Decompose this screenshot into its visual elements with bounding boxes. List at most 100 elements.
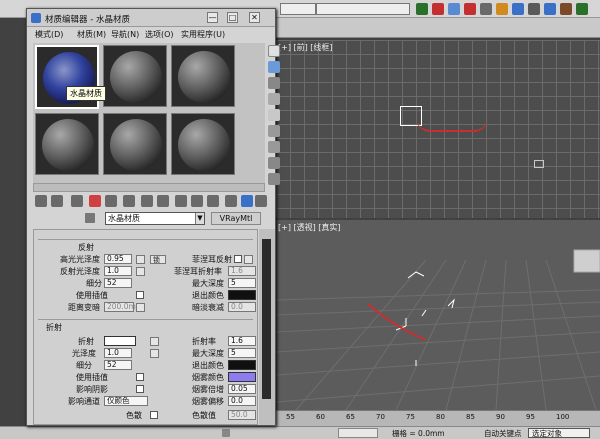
select-by-material-icon[interactable] <box>268 157 280 169</box>
toolbar-icon-5[interactable] <box>480 3 492 15</box>
make-preview-icon[interactable] <box>268 125 280 137</box>
put-to-scene-icon[interactable] <box>51 195 63 207</box>
eyedropper-icon[interactable] <box>85 213 95 223</box>
divider <box>38 239 253 240</box>
refr-subdivs-field[interactable]: 52 <box>104 360 132 370</box>
toolbar-icon-8[interactable] <box>528 3 540 15</box>
refr-gloss-map-button[interactable] <box>150 349 159 358</box>
show-shaded-icon[interactable] <box>225 195 237 207</box>
fresnel-checkbox[interactable] <box>234 255 242 263</box>
refl-use-interp-checkbox[interactable] <box>136 291 144 299</box>
material-slot-2[interactable] <box>103 45 167 107</box>
autokey-label[interactable]: 自动关键点 <box>484 428 522 439</box>
get-material-icon[interactable] <box>35 195 47 207</box>
chevron-down-icon[interactable]: ▼ <box>195 213 204 224</box>
parameters-scrollbar[interactable] <box>259 229 275 425</box>
fresnel-lock-button[interactable] <box>244 255 253 264</box>
fog-color-swatch[interactable] <box>228 372 256 382</box>
assign-to-selection-icon[interactable] <box>71 195 83 207</box>
refl-use-interp-label: 使用插值 <box>76 291 108 300</box>
reset-icon[interactable] <box>89 195 101 207</box>
refr-use-interp-checkbox[interactable] <box>136 373 144 381</box>
secondary-toolbar <box>276 18 600 38</box>
sample-type-icon[interactable] <box>268 45 280 57</box>
refl-gloss-field[interactable]: 1.0 <box>104 266 132 276</box>
hilight-gloss-label: 高光光泽度 <box>60 255 100 264</box>
affect-shadows-label: 影响阴影 <box>76 385 108 394</box>
show-end-result-icon[interactable] <box>191 195 203 207</box>
go-to-parent-icon[interactable] <box>207 195 219 207</box>
refract-color-swatch[interactable] <box>104 336 136 346</box>
backlight-icon[interactable] <box>268 61 280 73</box>
background-icon[interactable] <box>268 77 280 89</box>
toolbar-icon-9[interactable] <box>544 3 556 15</box>
toolbar-icon-11[interactable] <box>576 3 588 15</box>
fog-bias-field[interactable]: 0.0 <box>228 396 256 406</box>
status-field[interactable] <box>338 428 378 438</box>
put-to-library-icon[interactable] <box>141 195 153 207</box>
material-id-icon[interactable] <box>157 195 169 207</box>
dispersion-checkbox[interactable] <box>150 411 158 419</box>
dim-falloff-field[interactable]: 0.0 <box>228 302 256 312</box>
material-editor-titlebar[interactable]: 材质编辑器 - 水晶材质 — □ ✕ <box>27 9 275 27</box>
material-slot-5[interactable] <box>103 113 167 175</box>
slots-scrollbar[interactable] <box>33 183 265 192</box>
refr-gloss-field[interactable]: 1.0 <box>104 348 132 358</box>
menu-options[interactable]: 选项(O) <box>145 29 174 40</box>
named-selection-dropdown[interactable] <box>316 3 410 15</box>
affect-shadows-checkbox[interactable] <box>136 385 144 393</box>
material-slot-6[interactable] <box>171 113 235 175</box>
perspective-viewport[interactable]: [+] [透视] [真实] <box>276 220 600 410</box>
toolbar-icon-1[interactable] <box>416 3 428 15</box>
hilight-gloss-map-button[interactable] <box>136 255 145 264</box>
toolbar-icon-3[interactable] <box>448 3 460 15</box>
menu-material[interactable]: 材质(M) <box>77 29 106 40</box>
refr-exit-color-swatch[interactable] <box>228 360 256 370</box>
scrollbar-thumb[interactable] <box>262 239 271 399</box>
material-nav-icon[interactable] <box>268 173 280 185</box>
timeline[interactable]: 55 60 65 70 75 80 85 90 95 100 <box>276 410 600 426</box>
viewport-label[interactable]: [+] [前] [线框] <box>278 42 333 53</box>
go-forward-sibling-icon[interactable] <box>241 195 253 207</box>
toolbar-icon-10[interactable] <box>560 3 572 15</box>
ior-field[interactable]: 1.6 <box>228 336 256 346</box>
toolbar-icon-6[interactable] <box>496 3 508 15</box>
toolbar-icon-2[interactable] <box>432 3 444 15</box>
refl-subdivs-field[interactable]: 52 <box>104 278 132 288</box>
slot-tooltip: 水晶材质 <box>66 86 106 101</box>
video-check-icon[interactable] <box>268 109 280 121</box>
refl-exit-color-swatch[interactable] <box>228 290 256 300</box>
dim-distance-field[interactable]: 200.0m <box>104 302 136 312</box>
uv-tiling-icon[interactable] <box>268 93 280 105</box>
toolbar-icon-7[interactable] <box>512 3 524 15</box>
close-button[interactable]: ✕ <box>249 12 260 23</box>
material-name-field[interactable]: 水晶材质 <box>105 212 205 225</box>
refl-gloss-map-button[interactable] <box>136 267 145 276</box>
minimize-button[interactable]: — <box>207 12 218 23</box>
hilight-gloss-field[interactable]: 0.95 <box>104 254 132 264</box>
options-icon[interactable] <box>268 141 280 153</box>
abbe-field[interactable]: 50.0 <box>228 410 256 420</box>
material-slot-4[interactable] <box>35 113 99 175</box>
front-viewport[interactable]: [+] [前] [线框] <box>276 40 600 218</box>
show-map-icon[interactable] <box>175 195 187 207</box>
selection-dropdown[interactable] <box>280 3 316 15</box>
lock-icon[interactable] <box>222 429 230 437</box>
menu-navigation[interactable]: 导航(N) <box>111 29 139 40</box>
refr-max-depth-field[interactable]: 5 <box>228 348 256 358</box>
make-unique-icon[interactable] <box>123 195 135 207</box>
fog-mult-field[interactable]: 0.05 <box>228 384 256 394</box>
material-type-button[interactable]: VRayMtl <box>211 212 261 225</box>
copy-material-icon[interactable] <box>105 195 117 207</box>
material-slot-3[interactable] <box>171 45 235 107</box>
toolbar-icon-4[interactable] <box>464 3 476 15</box>
menu-mode[interactable]: 模式(D) <box>35 29 63 40</box>
fresnel-ior-field[interactable]: 1.6 <box>228 266 256 276</box>
pick-icon[interactable] <box>255 195 267 207</box>
refl-max-depth-field[interactable]: 5 <box>228 278 256 288</box>
refract-map-button[interactable] <box>150 337 159 346</box>
maximize-button[interactable]: □ <box>227 12 238 23</box>
affect-channels-dropdown[interactable]: 仅颜色 <box>104 396 148 406</box>
dim-distance-map-button[interactable] <box>136 303 145 312</box>
menu-utilities[interactable]: 实用程序(U) <box>181 29 225 40</box>
